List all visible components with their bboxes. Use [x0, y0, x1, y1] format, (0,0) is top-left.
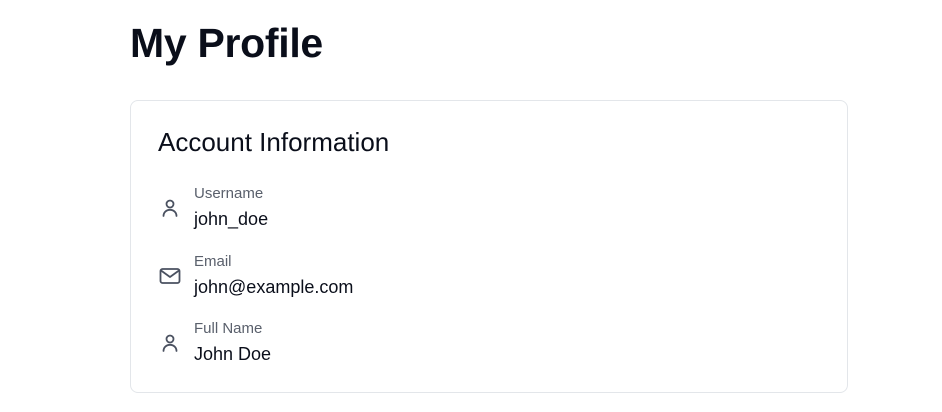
profile-page: My Profile Account Information Username …	[0, 0, 942, 412]
full-name-value: John Doe	[194, 344, 272, 364]
username-value: john_doe	[194, 209, 269, 229]
username-label: Username	[194, 185, 264, 202]
username-row: Username john_doe	[158, 185, 758, 233]
full-name-row: Full Name John Doe	[158, 320, 758, 368]
email-value: john@example.com	[194, 277, 354, 297]
user-icon	[158, 196, 182, 220]
email-label: Email	[194, 253, 232, 270]
page-title: My Profile	[130, 20, 323, 66]
full-name-label: Full Name	[194, 320, 263, 337]
account-information-card: Account Information Username john_doe Em…	[130, 100, 848, 393]
email-row: Email john@example.com	[158, 253, 758, 301]
mail-icon	[158, 264, 182, 288]
card-title: Account Information	[158, 127, 390, 157]
user-icon	[158, 331, 182, 355]
